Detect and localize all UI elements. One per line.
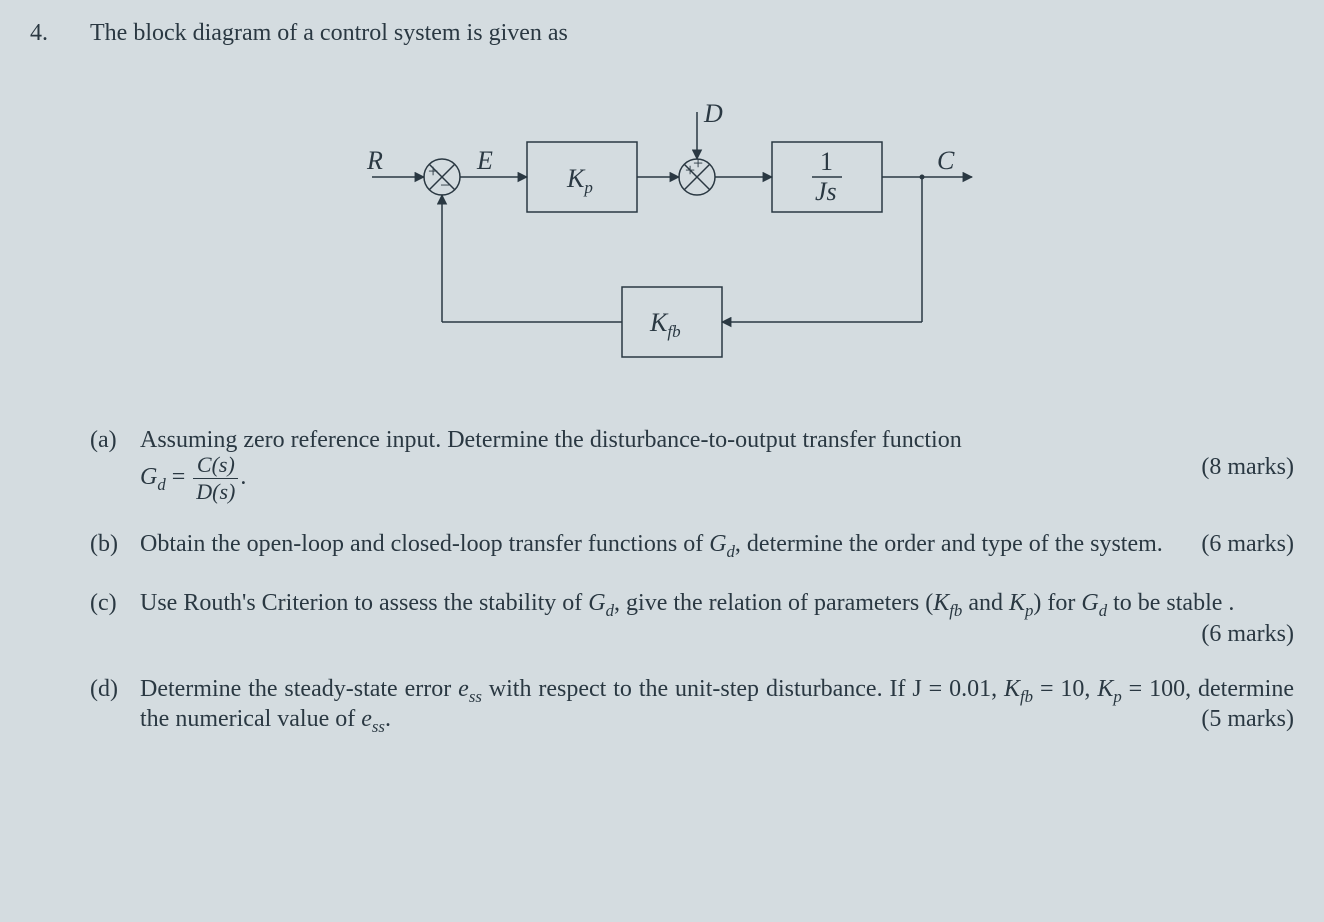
sub-label-b: (b) [90, 531, 140, 562]
sub-content-c: Use Routh's Criterion to assess the stab… [140, 590, 1294, 648]
svg-text:+: + [428, 161, 438, 181]
signal-c-label: C [937, 146, 955, 175]
svg-text:−: − [440, 175, 450, 195]
part-a-text: Assuming zero reference input. Determine… [140, 427, 962, 453]
question-text: The block diagram of a control system is… [90, 20, 1294, 47]
sub-label-a: (a) [90, 427, 140, 503]
subquestion-a: (a) Assuming zero reference input. Deter… [90, 427, 1294, 503]
svg-text:+: + [693, 153, 703, 173]
block-kp-label: Kp [566, 164, 593, 197]
signal-r-label: R [366, 146, 383, 175]
part-a-formula: Gd = C(s)D(s). [140, 454, 246, 503]
question-number: 4. [30, 20, 90, 47]
signal-e-label: E [476, 146, 493, 175]
part-b-marks: (6 marks) [1201, 531, 1294, 558]
sub-content-d: Determine the steady-state error ess wit… [140, 676, 1294, 738]
part-d-text: Determine the steady-state error ess wit… [140, 676, 1294, 733]
plant-numerator: 1 [820, 147, 833, 176]
sub-content-a: Assuming zero reference input. Determine… [140, 427, 1294, 503]
part-b-text: Obtain the open-loop and closed-loop tra… [140, 531, 1163, 557]
sub-label-d: (d) [90, 676, 140, 738]
part-d-marks: (5 marks) [1201, 706, 1294, 733]
question-header: 4. The block diagram of a control system… [30, 20, 1294, 47]
signal-d-label: D [703, 99, 723, 128]
part-c-text: Use Routh's Criterion to assess the stab… [140, 590, 1234, 616]
part-a-marks: (8 marks) [1201, 454, 1294, 503]
subquestion-d: (d) Determine the steady-state error ess… [90, 676, 1294, 738]
part-c-marks: (6 marks) [1201, 621, 1294, 648]
subquestion-b: (b) Obtain the open-loop and closed-loop… [90, 531, 1294, 562]
subquestion-c: (c) Use Routh's Criterion to assess the … [90, 590, 1294, 648]
block-diagram: R E D C Kp 1 Js Kfb + − + + [342, 97, 982, 377]
sub-label-c: (c) [90, 590, 140, 648]
plant-denominator: Js [815, 177, 837, 206]
sub-content-b: Obtain the open-loop and closed-loop tra… [140, 531, 1294, 562]
block-kfb-label: Kfb [649, 308, 681, 341]
